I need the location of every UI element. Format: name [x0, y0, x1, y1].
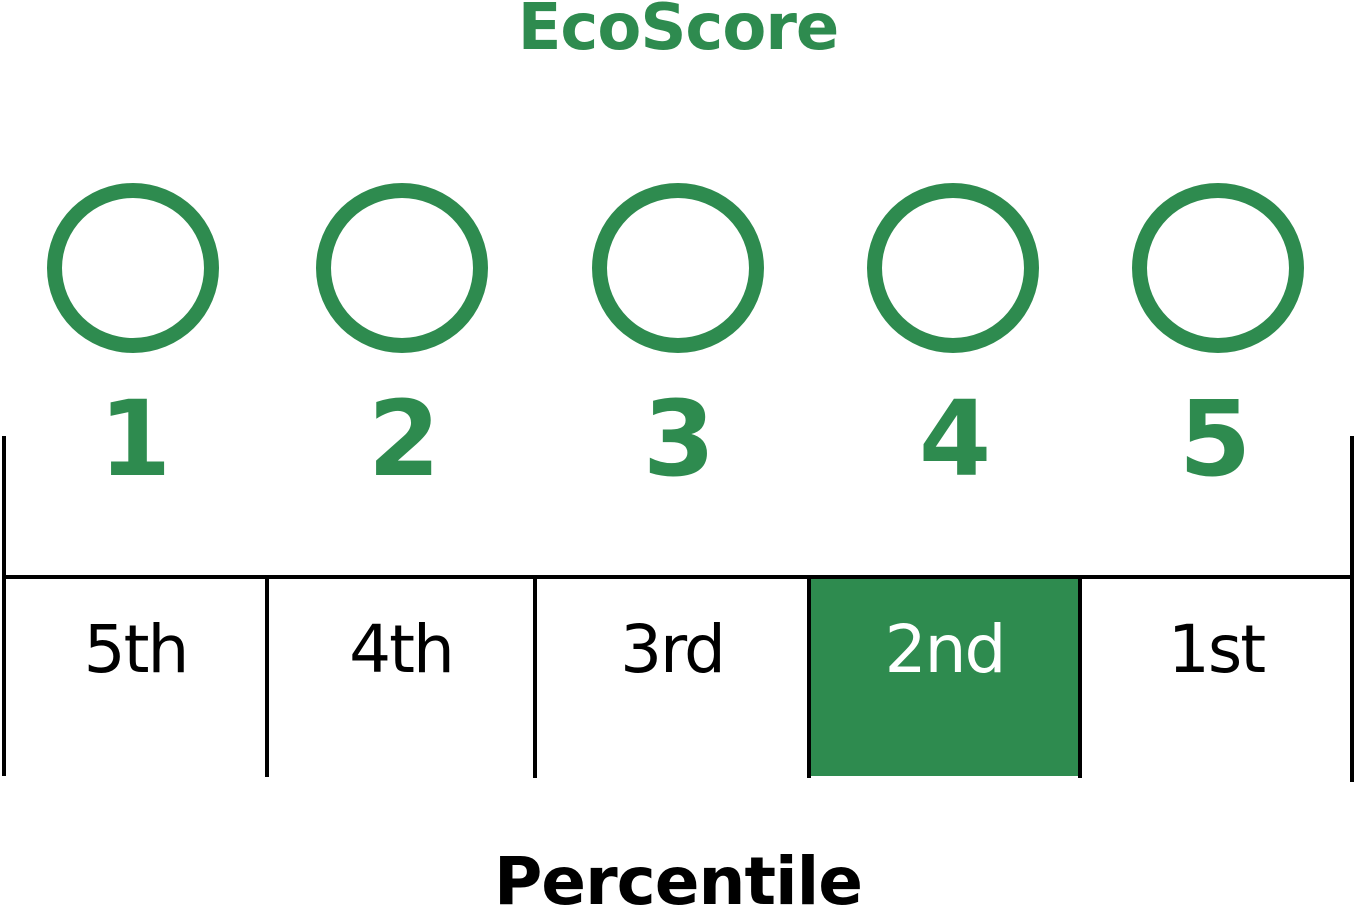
score-number-5: 5 — [1178, 378, 1252, 500]
score-number-2: 2 — [367, 378, 441, 500]
percentile-label-5th: 5th — [83, 611, 190, 688]
score-circle-2[interactable] — [316, 183, 488, 353]
score-number-3: 3 — [642, 378, 716, 500]
score-circle-5[interactable] — [1132, 183, 1304, 353]
ecoscore-title: EcoScore — [517, 0, 840, 65]
percentile-top-line — [4, 575, 1354, 579]
bracket-right-line — [1350, 436, 1354, 782]
score-circle-3[interactable] — [592, 183, 764, 353]
percentile-label-4th: 4th — [349, 611, 455, 688]
score-circle-4[interactable] — [867, 183, 1039, 353]
score-circle-1[interactable] — [47, 183, 219, 353]
bracket-left-line — [2, 436, 6, 776]
score-number-4: 4 — [918, 378, 992, 500]
percentile-label-1st: 1st — [1167, 611, 1266, 688]
percentile-axis-label: Percentile — [493, 843, 863, 920]
score-number-1: 1 — [98, 378, 172, 500]
percentile-label-3rd: 3rd — [620, 611, 726, 688]
percentile-label-2nd: 2nd — [884, 611, 1007, 688]
